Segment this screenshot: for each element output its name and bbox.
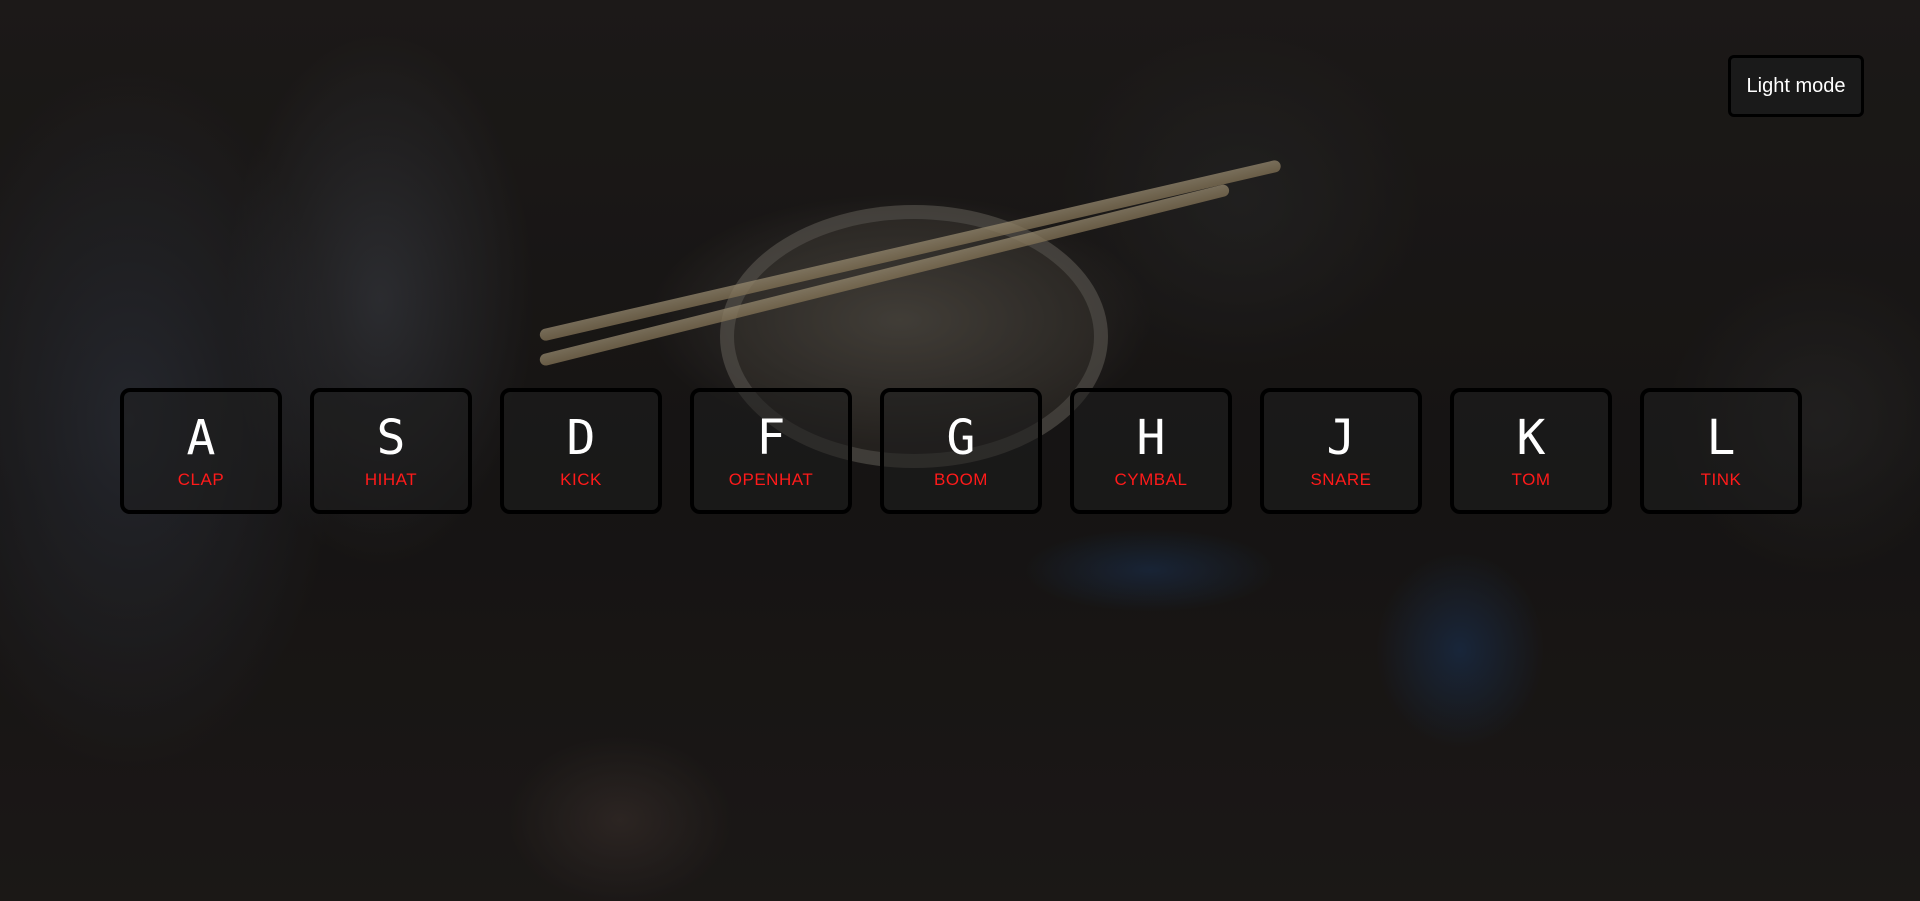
drum-kit-page: Light mode A CLAP S HIHAT D KICK F OPENH… (0, 0, 1920, 901)
key-sound-label: TINK (1700, 470, 1742, 489)
drum-keys: A CLAP S HIHAT D KICK F OPENHAT G BOOM H… (0, 388, 1920, 514)
key-sound-label: BOOM (934, 470, 988, 489)
key-sound-label: HIHAT (364, 470, 418, 489)
key-sound-label: CYMBAL (1114, 470, 1188, 489)
key-f[interactable]: F OPENHAT (690, 388, 852, 514)
key-a[interactable]: A CLAP (120, 388, 282, 514)
key-letter: A (186, 410, 216, 466)
key-l[interactable]: L TINK (1640, 388, 1802, 514)
key-sound-label: SNARE (1310, 470, 1372, 489)
key-sound-label: KICK (560, 470, 602, 489)
key-letter: S (376, 410, 406, 466)
key-k[interactable]: K TOM (1450, 388, 1612, 514)
light-mode-toggle-button[interactable]: Light mode (1728, 55, 1864, 117)
key-sound-label: TOM (1511, 470, 1551, 489)
key-letter: K (1516, 410, 1546, 466)
key-s[interactable]: S HIHAT (310, 388, 472, 514)
key-sound-label: OPENHAT (728, 470, 814, 489)
key-g[interactable]: G BOOM (880, 388, 1042, 514)
key-j[interactable]: J SNARE (1260, 388, 1422, 514)
key-letter: J (1326, 410, 1356, 466)
key-h[interactable]: H CYMBAL (1070, 388, 1232, 514)
key-letter: L (1706, 410, 1736, 466)
key-letter: G (946, 410, 976, 466)
key-letter: D (566, 410, 596, 466)
key-letter: H (1136, 410, 1166, 466)
key-letter: F (756, 410, 786, 466)
key-sound-label: CLAP (177, 470, 225, 489)
key-d[interactable]: D KICK (500, 388, 662, 514)
